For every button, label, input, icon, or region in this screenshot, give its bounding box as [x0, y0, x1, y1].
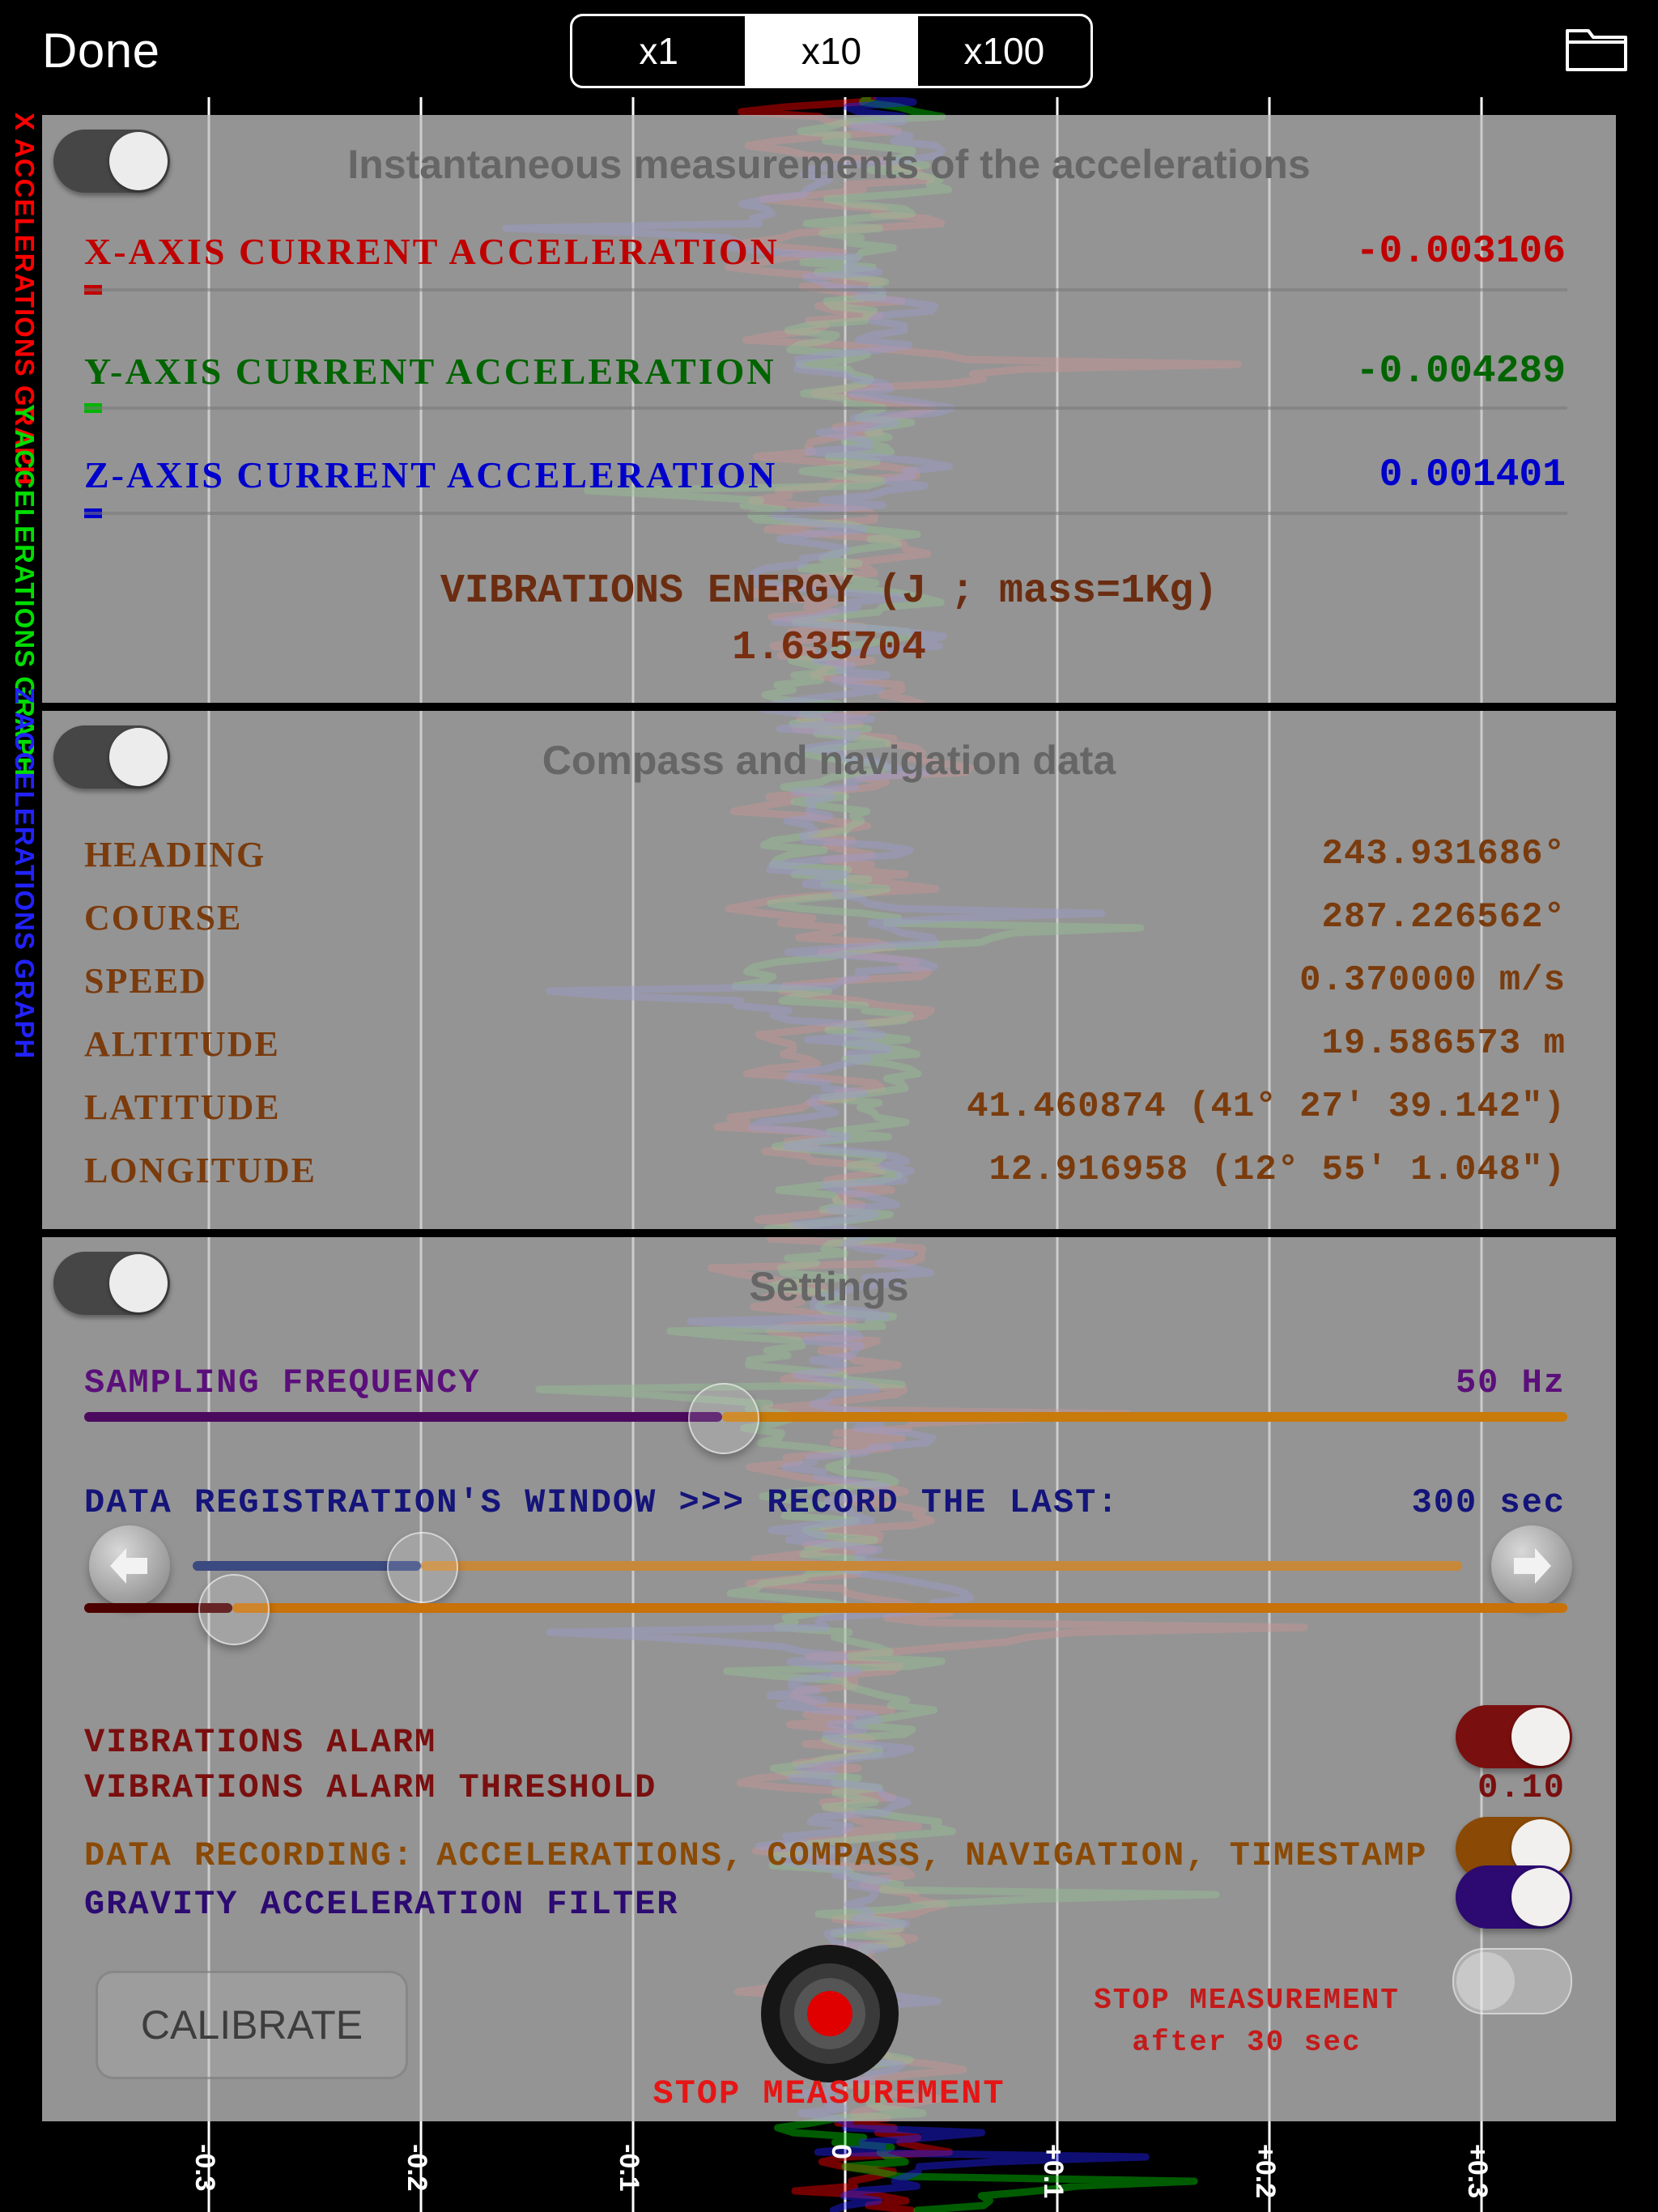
- compass-row-speed: SPEED 0.370000 m/s: [42, 960, 1616, 1001]
- compass-label-speed: SPEED: [84, 961, 207, 1001]
- record-window-next-button[interactable]: [1491, 1525, 1572, 1606]
- done-button[interactable]: Done: [42, 23, 159, 79]
- accel-value-x: -0.003106: [1355, 230, 1566, 274]
- toggle-knob: [1511, 1708, 1570, 1766]
- segment-x10[interactable]: x10: [745, 16, 918, 86]
- x-tick-label: +0.3: [1462, 2144, 1493, 2199]
- compass-row-altitude: ALTITUDE 19.586573 m: [42, 1023, 1616, 1064]
- sampling-frequency-track-left: [84, 1412, 722, 1422]
- gravity-filter-toggle[interactable]: [1456, 1865, 1572, 1929]
- compass-label-longitude: LONGITUDE: [84, 1151, 317, 1190]
- stop-after-label-line2: after 30 sec: [1132, 2026, 1362, 2059]
- compass-row-heading: HEADING 243.931686°: [42, 834, 1616, 874]
- compass-value-longitude: 12.916958 (12° 55' 1.048"): [988, 1150, 1566, 1190]
- accel-label-z: Z-AXIS CURRENT ACCELERATION: [84, 454, 778, 496]
- app-root: X ACCELERATIONS GRAPH Y ACCELERATIONS GR…: [0, 0, 1658, 2212]
- stop-after-toggle[interactable]: [1452, 1948, 1572, 2014]
- compass-label-course: COURSE: [84, 898, 243, 938]
- x-tick-label: +0.2: [1250, 2144, 1281, 2199]
- record-window-slider-thumb[interactable]: [387, 1532, 459, 1603]
- top-bar: Done x1 x10 x100: [0, 0, 1658, 97]
- toggle-knob: [1511, 1868, 1570, 1926]
- accel-row-x: X-AXIS CURRENT ACCELERATION -0.003106: [42, 230, 1616, 275]
- vibrations-threshold-value: 0.10: [1477, 1768, 1566, 1807]
- folder-icon: [1566, 29, 1627, 71]
- stop-after-label-line1: STOP MEASUREMENT: [1094, 1984, 1400, 2017]
- side-label-x: X ACCELERATIONS GRAPH: [10, 113, 40, 487]
- sampling-frequency-label: SAMPLING FREQUENCY: [84, 1363, 481, 1402]
- compass-label-heading: HEADING: [84, 835, 266, 874]
- compass-label-latitude: LATITUDE: [84, 1087, 281, 1127]
- stop-measurement-label: STOP MEASUREMENT: [653, 2074, 1005, 2113]
- record-window-label: DATA REGISTRATION'S WINDOW >>> RECORD TH…: [84, 1483, 1120, 1522]
- vibrations-threshold-track-right: [232, 1603, 1567, 1613]
- accel-rule-z: [84, 512, 1567, 515]
- panel-separator-1: [0, 703, 1658, 711]
- compass-row-course: COURSE 287.226562°: [42, 897, 1616, 938]
- accel-rule-y: [84, 406, 1567, 410]
- sampling-frequency-track-right: [721, 1412, 1567, 1422]
- vibrations-threshold-slider-thumb[interactable]: [198, 1574, 270, 1645]
- compass-label-altitude: ALTITUDE: [84, 1024, 280, 1064]
- record-window-prev-button[interactable]: [89, 1525, 170, 1606]
- accel-row-y: Y-AXIS CURRENT ACCELERATION -0.004289: [42, 350, 1616, 395]
- calibrate-label: CALIBRATE: [140, 2002, 363, 2048]
- accel-value-z: 0.001401: [1379, 453, 1566, 497]
- toggle-knob: [1456, 1952, 1515, 2010]
- compass-title: Compass and navigation data: [542, 738, 1116, 783]
- gravity-filter-label: GRAVITY ACCELERATION FILTER: [84, 1885, 679, 1924]
- sampling-frequency-slider-thumb[interactable]: [687, 1383, 759, 1454]
- segment-x100[interactable]: x100: [917, 16, 1090, 86]
- stop-measurement-button[interactable]: [759, 1943, 900, 2084]
- compass-value-heading: 243.931686°: [1321, 834, 1566, 874]
- compass-value-course: 287.226562°: [1321, 897, 1566, 938]
- record-window-track-right: [421, 1561, 1462, 1571]
- accelerations-title: Instantaneous measurements of the accele…: [347, 142, 1311, 187]
- vibrations-alarm-toggle[interactable]: [1456, 1705, 1572, 1768]
- vibrations-energy-value: 1.635704: [731, 625, 927, 671]
- accel-row-z: Z-AXIS CURRENT ACCELERATION 0.001401: [42, 453, 1616, 499]
- accel-value-y: -0.004289: [1355, 350, 1566, 393]
- x-tick-label: +0.1: [1038, 2144, 1069, 2199]
- arrow-left-icon: [110, 1548, 147, 1584]
- compass-row-longitude: LONGITUDE 12.916958 (12° 55' 1.048"): [42, 1150, 1616, 1190]
- x-tick-label: -0.1: [614, 2144, 644, 2192]
- side-label-z: Z ACCELERATIONS GRAPH: [10, 687, 40, 1060]
- sampling-frequency-value: 50 Hz: [1455, 1363, 1566, 1402]
- calibrate-button[interactable]: CALIBRATE: [96, 1971, 408, 2079]
- compass-value-speed: 0.370000 m/s: [1299, 960, 1566, 1001]
- multiplier-segmented-control[interactable]: x1 x10 x100: [570, 14, 1093, 88]
- vibrations-alarm-label: VIBRATIONS ALARM: [84, 1723, 437, 1762]
- files-button[interactable]: [1564, 23, 1629, 74]
- accel-label-y: Y-AXIS CURRENT ACCELERATION: [84, 351, 776, 392]
- vibrations-threshold-label: VIBRATIONS ALARM THRESHOLD: [84, 1768, 657, 1807]
- vibrations-energy-title: VIBRATIONS ENERGY (J ; mass=1Kg): [440, 568, 1218, 615]
- x-tick-label: -0.3: [189, 2144, 220, 2192]
- compass-value-altitude: 19.586573 m: [1321, 1023, 1566, 1064]
- compass-value-latitude: 41.460874 (41° 27' 39.142"): [967, 1087, 1566, 1127]
- record-window-value: 300 sec: [1411, 1483, 1566, 1522]
- accel-label-x: X-AXIS CURRENT ACCELERATION: [84, 231, 780, 272]
- compass-row-latitude: LATITUDE 41.460874 (41° 27' 39.142"): [42, 1087, 1616, 1127]
- arrow-right-icon: [1514, 1548, 1551, 1584]
- x-tick-label: -0.2: [402, 2144, 432, 2192]
- compass-panel: Compass and navigation data HEADING 243.…: [42, 711, 1616, 1229]
- panel-separator-2: [0, 1229, 1658, 1237]
- data-recording-label: DATA RECORDING: ACCELERATIONS, COMPASS, …: [84, 1836, 1428, 1875]
- segment-x1[interactable]: x1: [572, 16, 746, 86]
- accelerations-panel: Instantaneous measurements of the accele…: [42, 115, 1616, 704]
- stop-record-icon: [761, 1945, 899, 2082]
- settings-title: Settings: [749, 1264, 909, 1309]
- side-label-y: Y ACCELERATIONS GRAPH: [10, 404, 40, 777]
- x-tick-label: 0: [826, 2144, 857, 2159]
